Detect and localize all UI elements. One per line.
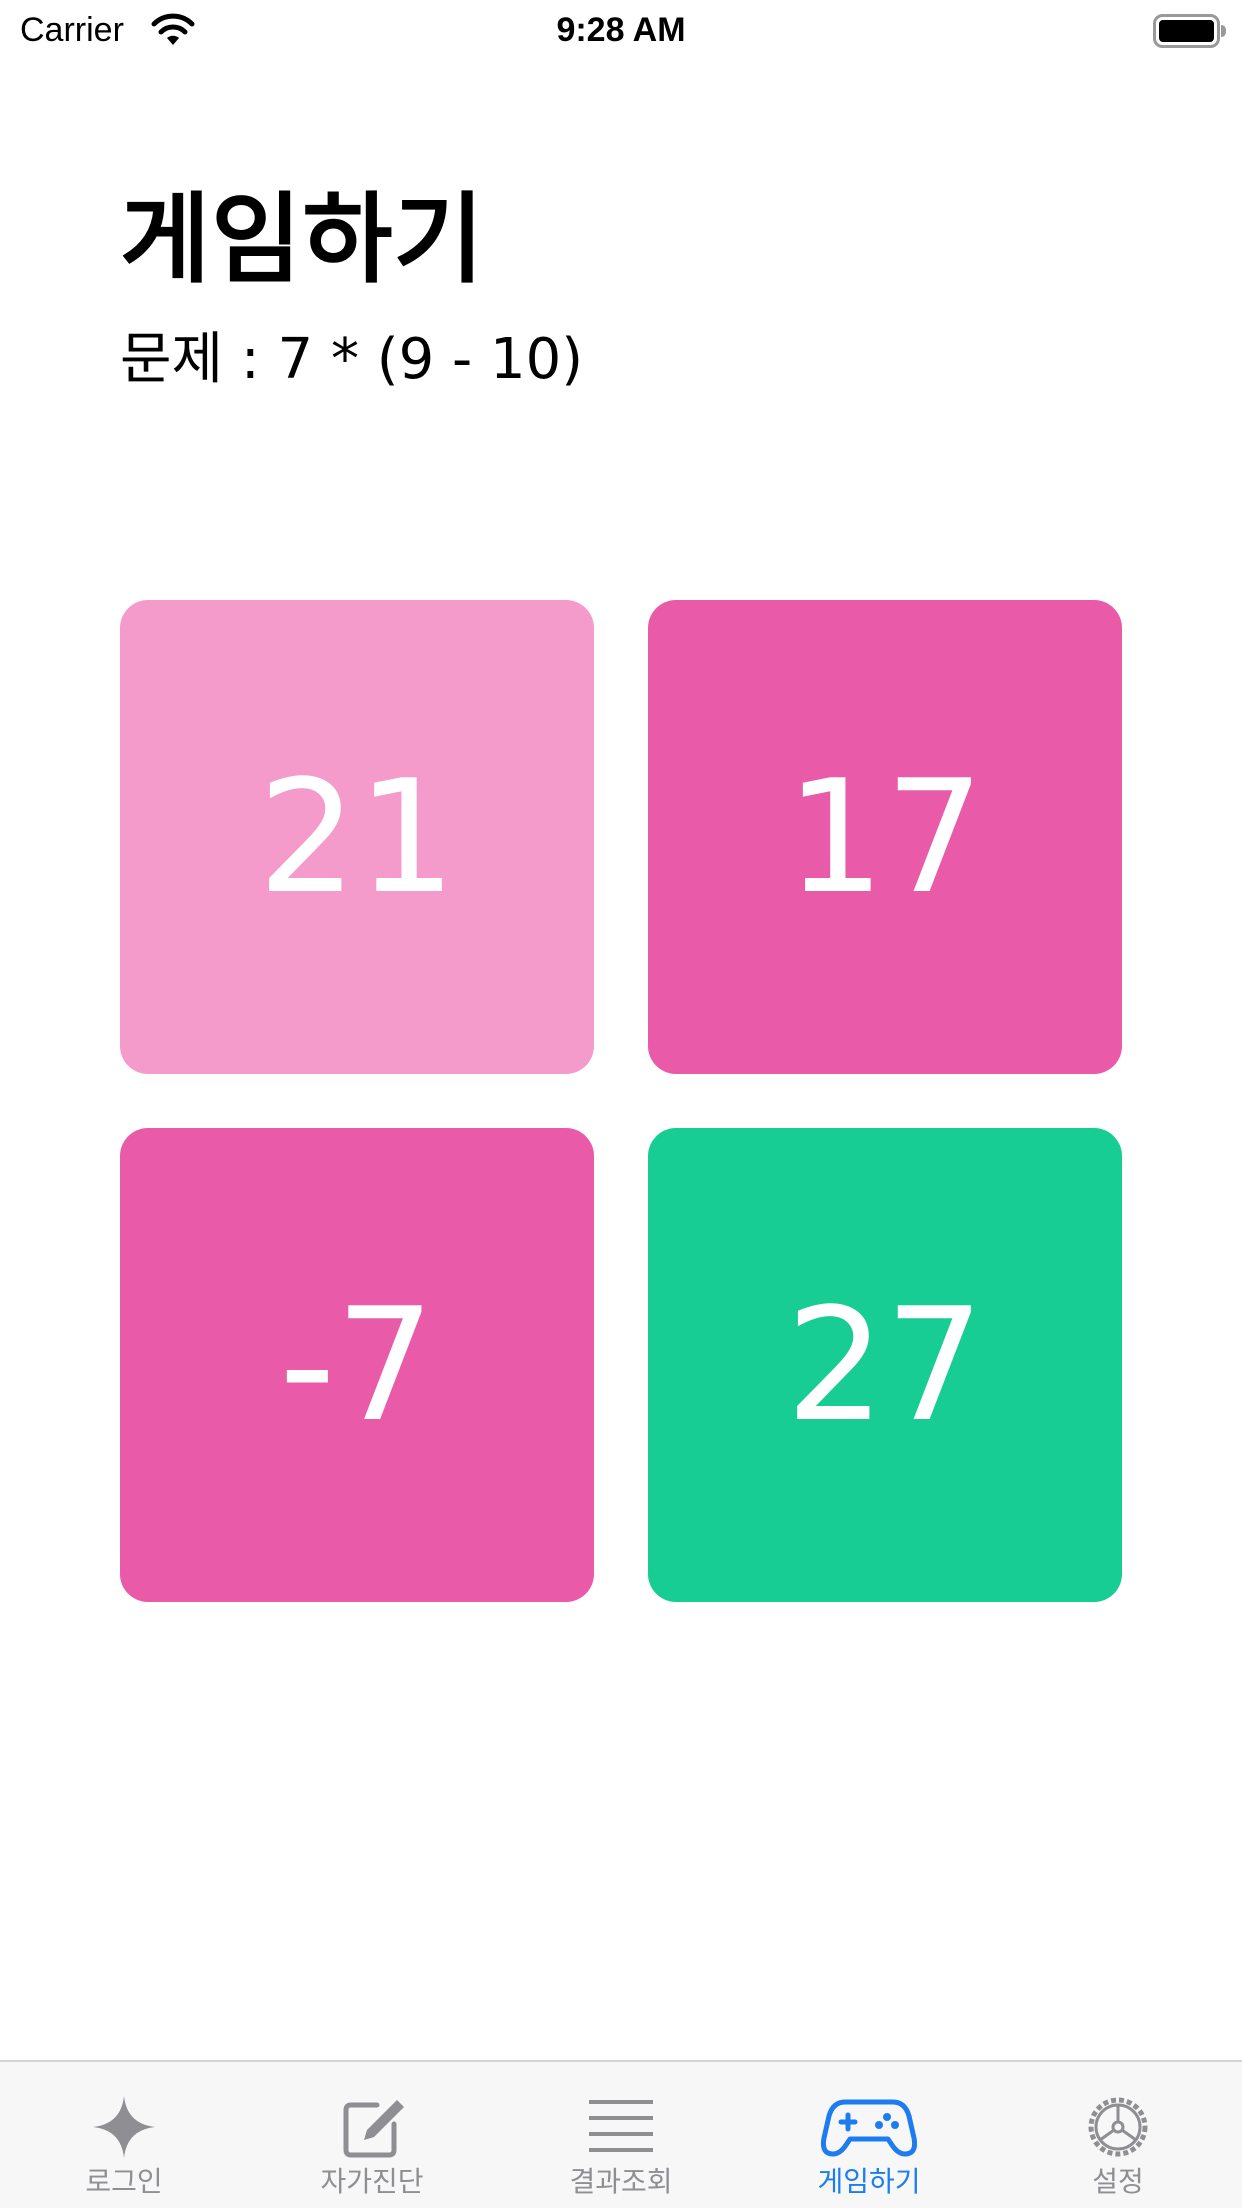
tab-label: 결과조회 (569, 2165, 673, 2198)
answer-tile[interactable]: -7 (120, 1128, 594, 1602)
tab-label: 자가진단 (320, 2165, 424, 2198)
tab-label: 게임하기 (817, 2165, 921, 2198)
answer-tile[interactable]: 21 (120, 600, 594, 1074)
tab-self-diagnosis[interactable]: 자가진단 (248, 2062, 496, 2208)
tab-settings[interactable]: 설정 (994, 2062, 1242, 2208)
answer-label: -7 (279, 1274, 435, 1456)
answer-label: 27 (785, 1274, 985, 1456)
answer-tile[interactable]: 17 (648, 600, 1122, 1074)
tab-label: 로그인 (85, 2165, 163, 2198)
gear-icon (1088, 2097, 1148, 2157)
gamecontroller-icon (821, 2099, 917, 2157)
answer-tile[interactable]: 27 (648, 1128, 1122, 1602)
clock: 9:28 AM (556, 11, 686, 49)
tab-game[interactable]: 게임하기 (745, 2062, 993, 2208)
tab-results[interactable]: 결과조회 (497, 2062, 745, 2208)
page-title: 게임하기 (120, 183, 485, 297)
tab-login[interactable]: 로그인 (0, 2062, 248, 2208)
answer-label: 21 (257, 746, 457, 928)
battery-icon (1153, 14, 1226, 48)
sparkle-icon (93, 2096, 155, 2158)
answer-label: 17 (785, 746, 985, 928)
status-bar: Carrier 9:28 AM (0, 0, 1242, 60)
problem-text: 문제 : 7 * (9 - 10) (120, 327, 584, 392)
tab-bar: 로그인 자가진단 결과조회 게임하기 설정 (0, 2060, 1242, 2208)
list-icon (589, 2100, 653, 2152)
tab-label: 설정 (1092, 2165, 1144, 2198)
edit-icon (343, 2100, 404, 2158)
